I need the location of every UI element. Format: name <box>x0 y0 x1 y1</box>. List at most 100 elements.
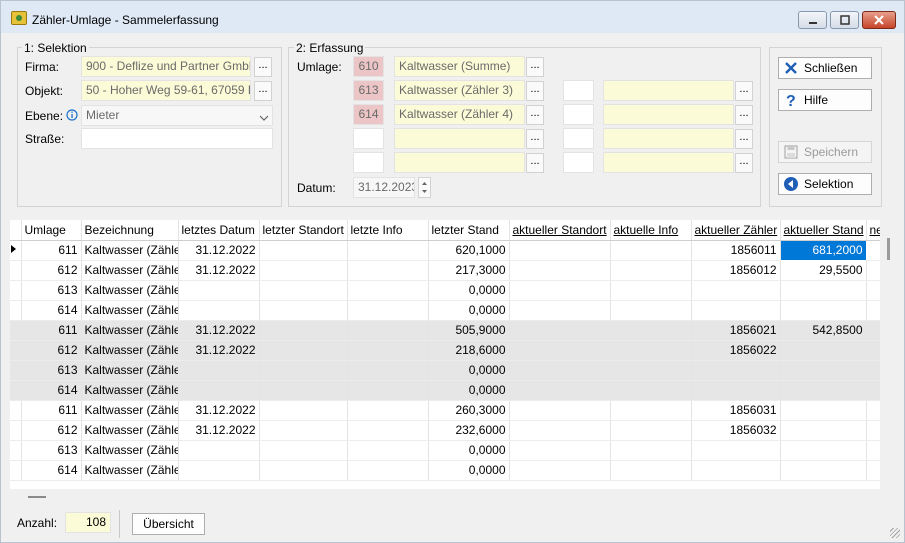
grid-cell[interactable]: 612 <box>21 420 82 441</box>
grid-cell[interactable] <box>259 420 348 441</box>
firma-lookup-button[interactable]: ... <box>254 57 272 77</box>
umlage-lookup-button[interactable]: ... <box>526 129 544 149</box>
table-row[interactable]: 612 Kaltwasser (Zähler 31.12.2022 218,6000 1… <box>10 340 881 361</box>
grid-cell[interactable]: 31.12.2022 <box>178 240 260 261</box>
column-header[interactable]: Umlage <box>21 220 82 241</box>
column-header[interactable]: aktueller Standort <box>509 220 611 241</box>
grid-cell[interactable] <box>691 440 781 461</box>
grid-cell[interactable]: 0,0000 <box>428 380 510 401</box>
grid-cell[interactable] <box>610 340 692 361</box>
datum-field[interactable]: 31.12.2023 <box>353 177 415 198</box>
grid-cell[interactable]: 613 <box>21 360 82 381</box>
grid-cell[interactable]: 1856012 <box>691 260 781 281</box>
umlage-code-field[interactable] <box>563 152 594 173</box>
umlage-lookup-button[interactable]: ... <box>526 153 544 173</box>
grid-cell[interactable]: 612 <box>21 260 82 281</box>
grid-cell[interactable] <box>509 320 611 341</box>
umlage-lookup-button[interactable]: ... <box>526 105 544 125</box>
grid-cell[interactable]: Kaltwasser (Zähler <box>81 240 179 261</box>
grid-cell[interactable]: 1856031 <box>691 400 781 421</box>
grid-cell[interactable] <box>347 280 429 301</box>
grid-cell[interactable] <box>509 360 611 381</box>
grid-cell[interactable] <box>866 340 881 361</box>
close-window-button[interactable] <box>862 11 896 29</box>
grid-cell[interactable]: 0,0000 <box>428 360 510 381</box>
objekt-lookup-button[interactable]: ... <box>254 81 272 101</box>
grid-cell[interactable] <box>866 260 881 281</box>
umlage-name-field[interactable]: Kaltwasser (Summe) <box>394 56 525 77</box>
umlage-lookup-button[interactable]: ... <box>526 81 544 101</box>
column-header[interactable]: letztes Datum <box>178 220 260 241</box>
grid-cell[interactable]: Kaltwasser (Zähler <box>81 440 179 461</box>
table-row[interactable]: 613 Kaltwasser (Zähler 0,0000 <box>10 360 881 381</box>
grid-cell[interactable]: Kaltwasser (Zähler <box>81 380 179 401</box>
grid-cell[interactable] <box>509 380 611 401</box>
grid-cell[interactable] <box>866 420 881 441</box>
grid-cell[interactable]: Kaltwasser (Zähler <box>81 460 179 481</box>
grid-cell[interactable] <box>347 400 429 421</box>
firma-field[interactable]: 900 - Deflize und Partner GmbH <box>81 56 251 77</box>
grid-cell[interactable]: 611 <box>21 240 82 261</box>
ebene-select[interactable]: Mieter <box>81 105 273 126</box>
grid-cell[interactable] <box>610 260 692 281</box>
grid-cell[interactable] <box>509 420 611 441</box>
umlage-code-field[interactable]: 614 <box>353 104 384 125</box>
umlage-code-field[interactable] <box>353 152 384 173</box>
grid-cell[interactable] <box>347 360 429 381</box>
info-icon[interactable] <box>66 109 78 124</box>
grid-cell[interactable]: 0,0000 <box>428 280 510 301</box>
column-header[interactable]: letzte Info <box>347 220 429 241</box>
grid-cell[interactable]: Kaltwasser (Zähler <box>81 400 179 421</box>
grid-cell[interactable]: 218,6000 <box>428 340 510 361</box>
grid-cell[interactable]: Kaltwasser (Zähler <box>81 420 179 441</box>
umlage-lookup-button[interactable]: ... <box>735 105 753 125</box>
grid-cell[interactable] <box>866 240 881 261</box>
minimize-button[interactable] <box>798 11 827 29</box>
grid-cell[interactable] <box>347 440 429 461</box>
umlage-name-field[interactable] <box>394 128 525 149</box>
umlage-code-field[interactable] <box>563 80 594 101</box>
hilfe-button[interactable]: ? Hilfe <box>778 89 872 111</box>
resize-grip-icon[interactable] <box>890 528 900 538</box>
grid-cell[interactable] <box>691 300 781 321</box>
grid-cell[interactable] <box>780 460 867 481</box>
grid-cell[interactable] <box>347 340 429 361</box>
table-row[interactable]: 614 Kaltwasser (Zähler 0,0000 <box>10 380 881 401</box>
grid-cell[interactable] <box>780 400 867 421</box>
grid-cell[interactable] <box>259 240 348 261</box>
objekt-field[interactable]: 50 - Hoher Weg 59-61, 67059 Lu <box>81 80 251 101</box>
umlage-code-field[interactable] <box>563 128 594 149</box>
column-header[interactable]: neu <box>866 220 881 241</box>
grid-cell[interactable]: 0,0000 <box>428 440 510 461</box>
grid-cell[interactable]: Kaltwasser (Zähler <box>81 340 179 361</box>
speichern-button[interactable]: Speichern <box>778 141 872 163</box>
grid-cell[interactable] <box>509 260 611 281</box>
grid-cell[interactable] <box>347 240 429 261</box>
row-indicator[interactable] <box>10 300 22 321</box>
horizontal-scrollbar[interactable] <box>10 489 880 506</box>
grid-cell[interactable] <box>178 440 260 461</box>
grid-cell[interactable] <box>259 300 348 321</box>
row-indicator[interactable] <box>10 420 22 441</box>
grid-cell[interactable] <box>259 460 348 481</box>
grid-cell[interactable] <box>509 460 611 481</box>
grid-cell[interactable] <box>610 280 692 301</box>
grid-cell[interactable] <box>347 320 429 341</box>
grid-cell[interactable] <box>780 340 867 361</box>
grid-cell[interactable] <box>259 360 348 381</box>
grid-cell[interactable]: Kaltwasser (Zähler <box>81 260 179 281</box>
table-row[interactable]: 612 Kaltwasser (Zähler 31.12.2022 232,6000 1… <box>10 420 881 441</box>
umlage-name-field[interactable]: Kaltwasser (Zähler 4) <box>394 104 525 125</box>
grid-cell[interactable]: 1856032 <box>691 420 781 441</box>
table-row[interactable]: 613 Kaltwasser (Zähler 0,0000 <box>10 440 881 461</box>
column-header[interactable]: aktueller Stand <box>780 220 867 241</box>
grid-cell[interactable] <box>780 440 867 461</box>
grid-cell[interactable] <box>866 400 881 421</box>
grid-cell[interactable] <box>610 320 692 341</box>
grid-cell[interactable]: 260,3000 <box>428 400 510 421</box>
grid-cell[interactable] <box>259 340 348 361</box>
column-header[interactable]: letzter Standort <box>259 220 348 241</box>
grid-cell[interactable]: 232,6000 <box>428 420 510 441</box>
row-indicator[interactable] <box>10 260 22 281</box>
umlage-name-field[interactable] <box>394 152 525 173</box>
